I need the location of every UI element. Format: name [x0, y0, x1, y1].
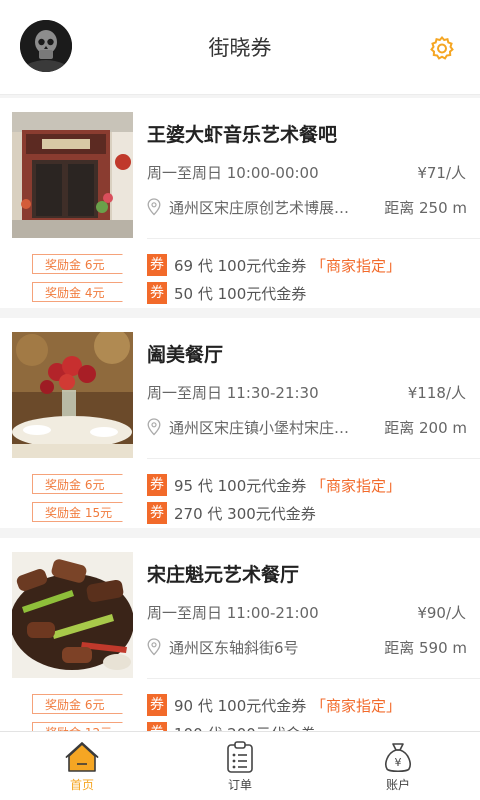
order-list-icon	[227, 741, 253, 773]
voucher-badge: 券	[147, 502, 167, 524]
svg-text:¥: ¥	[395, 756, 402, 769]
voucher-text-wrap: 90 代 100元代金券 「商家指定」	[174, 695, 401, 716]
voucher-text-wrap: 95 代 100元代金券 「商家指定」	[174, 475, 401, 496]
voucher-text: 50 代 100元代金券	[174, 285, 307, 303]
merchant-designated-tag: 「商家指定」	[311, 257, 402, 275]
tab-home[interactable]: 首页	[42, 740, 122, 793]
voucher-row[interactable]: 奖励金 6元 券 95 代 100元代金券 「商家指定」	[0, 474, 480, 496]
page-title: 街晓券	[208, 36, 272, 60]
top-bar: 街晓券	[0, 0, 480, 95]
average-price: ¥90/人	[417, 604, 466, 622]
restaurant-card[interactable]: 阖美餐厅 周一至周日 11:30-21:30 ¥118/人 通州区宋庄镇小堡村宋…	[0, 318, 480, 528]
voucher-badge: 券	[147, 282, 167, 304]
restaurant-list: 王婆大虾音乐艺术餐吧 周一至周日 10:00-00:00 ¥71/人 通州区宋庄…	[0, 98, 480, 758]
address-row: 通州区宋庄镇小堡村宋庄… 距离 200 m	[147, 417, 467, 437]
merchant-designated-tag: 「商家指定」	[311, 697, 402, 715]
restaurant-name: 宋庄魁元艺术餐厅	[147, 564, 300, 586]
restaurant-name: 王婆大虾音乐艺术餐吧	[147, 124, 338, 146]
address-row: 通州区东轴斜街6号 距离 590 m	[147, 637, 467, 657]
restaurant-photo	[12, 552, 133, 678]
average-price: ¥71/人	[417, 164, 466, 182]
reward-tag: 奖励金 15元	[32, 502, 132, 522]
voucher-row[interactable]: 奖励金 6元 券 90 代 100元代金券 「商家指定」	[0, 694, 480, 716]
opening-hours: 周一至周日 11:00-21:00	[147, 604, 319, 622]
reward-tag: 奖励金 6元	[32, 694, 132, 714]
voucher-badge: 券	[147, 474, 167, 496]
voucher-badge: 券	[147, 694, 167, 716]
location-pin-icon	[147, 418, 161, 436]
divider	[147, 458, 480, 459]
restaurant-card[interactable]: 王婆大虾音乐艺术餐吧 周一至周日 10:00-00:00 ¥71/人 通州区宋庄…	[0, 98, 480, 308]
voucher-row[interactable]: 奖励金 15元 券 270 代 300元代金券	[0, 502, 480, 524]
opening-hours: 周一至周日 11:30-21:30	[147, 384, 319, 402]
voucher-badge: 券	[147, 254, 167, 276]
location-pin-icon	[147, 638, 161, 656]
tab-orders[interactable]: 订单	[200, 740, 280, 793]
divider	[147, 238, 480, 239]
distance: 距离 200 m	[384, 419, 467, 437]
restaurant-address: 通州区宋庄镇小堡村宋庄…	[169, 419, 350, 437]
voucher-text-wrap: 69 代 100元代金券 「商家指定」	[174, 255, 401, 276]
restaurant-address: 通州区宋庄原创艺术博展…	[169, 199, 350, 217]
tab-orders-label: 订单	[227, 778, 252, 792]
average-price: ¥118/人	[407, 384, 466, 402]
restaurant-address: 通州区东轴斜街6号	[169, 639, 299, 657]
tab-account[interactable]: ¥ 账户	[358, 740, 438, 793]
reward-tag: 奖励金 4元	[32, 282, 132, 302]
home-icon	[65, 742, 99, 772]
reward-tag: 奖励金 6元	[32, 254, 132, 274]
bottom-tab-bar: 首页 订单 ¥ 账户	[0, 731, 480, 800]
restaurant-card[interactable]: 宋庄魁元艺术餐厅 周一至周日 11:00-21:00 ¥90/人 通州区东轴斜街…	[0, 538, 480, 748]
voucher-text: 95 代 100元代金券	[174, 477, 307, 495]
voucher-row[interactable]: 奖励金 6元 券 69 代 100元代金券 「商家指定」	[0, 254, 480, 276]
opening-hours: 周一至周日 10:00-00:00	[147, 164, 319, 182]
tab-home-label: 首页	[69, 778, 94, 792]
distance: 距离 590 m	[384, 639, 467, 657]
restaurant-name: 阖美餐厅	[147, 344, 224, 366]
address-row: 通州区宋庄原创艺术博展… 距离 250 m	[147, 197, 467, 217]
divider	[147, 678, 480, 679]
money-bag-icon: ¥	[385, 743, 411, 773]
tab-account-label: 账户	[385, 778, 410, 792]
reward-tag: 奖励金 6元	[32, 474, 132, 494]
gear-icon[interactable]	[429, 35, 455, 61]
voucher-text: 69 代 100元代金券	[174, 257, 307, 275]
restaurant-photo	[12, 332, 133, 458]
restaurant-photo	[12, 112, 133, 238]
voucher-text: 90 代 100元代金券	[174, 697, 307, 715]
voucher-text: 270 代 300元代金券	[174, 505, 316, 523]
voucher-row[interactable]: 奖励金 4元 券 50 代 100元代金券	[0, 282, 480, 304]
merchant-designated-tag: 「商家指定」	[311, 477, 402, 495]
distance: 距离 250 m	[384, 199, 467, 217]
location-pin-icon	[147, 198, 161, 216]
